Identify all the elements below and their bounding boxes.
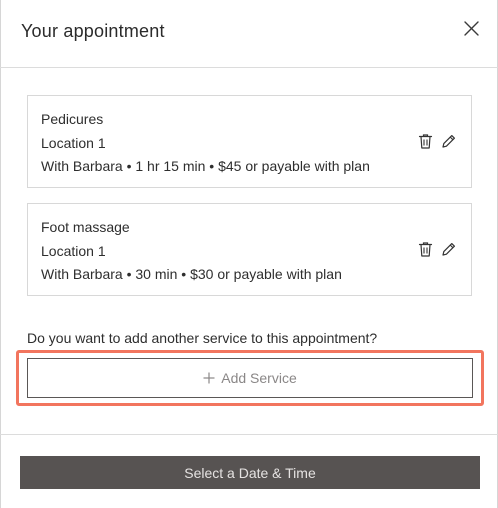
edit-service-button[interactable] — [440, 133, 457, 150]
trash-icon — [417, 241, 434, 258]
service-details: With Barbara • 1 hr 15 min • $45 or paya… — [41, 158, 370, 174]
service-card: Pedicures Location 1 With Barbara • 1 hr… — [27, 95, 472, 188]
footer-divider — [0, 434, 498, 435]
dialog-left-edge — [0, 0, 1, 508]
select-date-time-button[interactable]: Select a Date & Time — [20, 456, 480, 489]
dialog-title: Your appointment — [21, 21, 165, 41]
delete-service-button[interactable] — [417, 241, 434, 258]
add-service-question: Do you want to add another service to th… — [27, 330, 378, 346]
select-date-time-label: Select a Date & Time — [184, 464, 316, 481]
dialog-header: Your appointment — [0, 0, 498, 68]
service-name: Pedicures — [41, 111, 104, 127]
service-location: Location 1 — [41, 135, 106, 151]
edit-service-button[interactable] — [440, 241, 457, 258]
pencil-icon — [440, 241, 457, 258]
close-button[interactable] — [460, 17, 482, 39]
delete-service-button[interactable] — [417, 133, 434, 150]
pencil-icon — [440, 133, 457, 150]
service-location: Location 1 — [41, 243, 106, 259]
service-card: Foot massage Location 1 With Barbara • 3… — [27, 203, 472, 296]
add-service-button[interactable]: Add Service — [27, 358, 473, 398]
add-service-label: Add Service — [221, 370, 297, 386]
plus-icon — [203, 372, 215, 384]
trash-icon — [417, 133, 434, 150]
service-details: With Barbara • 30 min • $30 or payable w… — [41, 266, 342, 282]
close-icon — [460, 17, 482, 39]
service-name: Foot massage — [41, 219, 130, 235]
